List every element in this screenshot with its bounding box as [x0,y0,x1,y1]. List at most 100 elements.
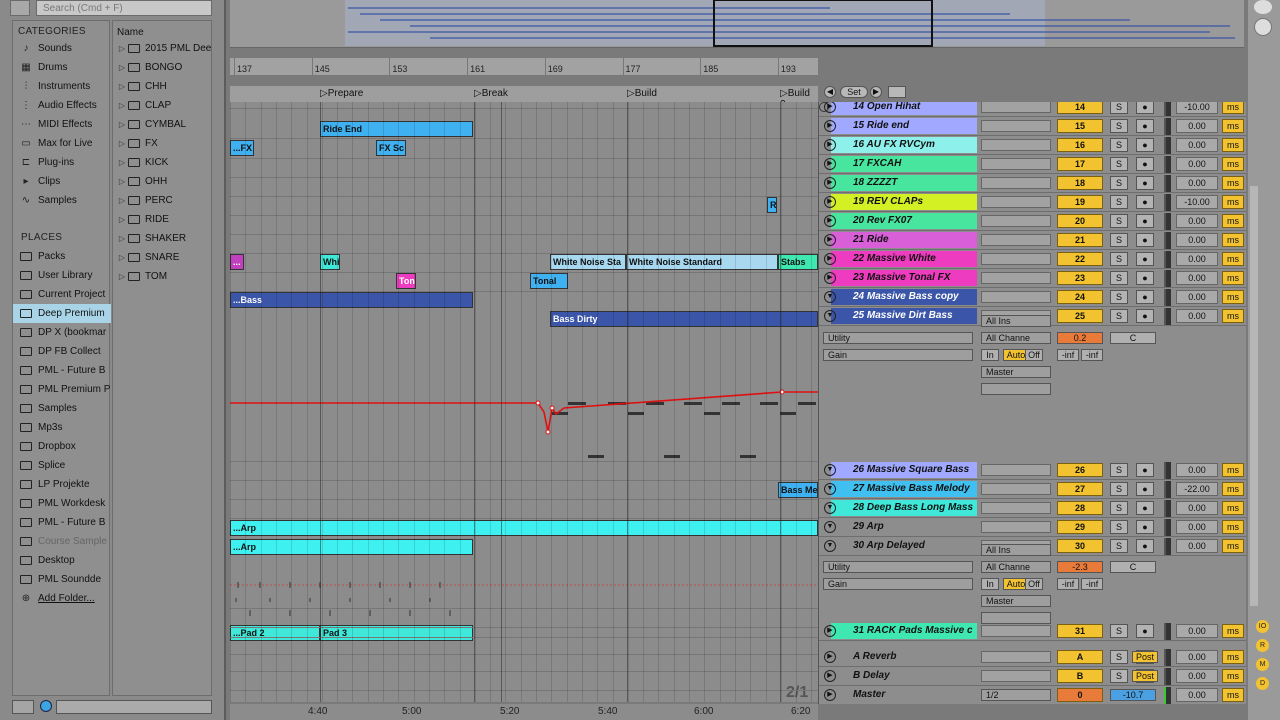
input-routing[interactable] [981,253,1051,265]
track-activator-button[interactable]: 21 [1057,233,1103,247]
input-routing[interactable] [981,102,1051,113]
prev-locator-button[interactable]: ◀ [824,86,836,98]
solo-button[interactable]: S [1110,176,1128,190]
record-arm-button[interactable]: ● [1136,271,1154,285]
play-arrow-icon[interactable]: ▶ [824,139,836,151]
play-arrow-icon[interactable]: ▶ [824,177,836,189]
solo-button[interactable]: S [1110,252,1128,266]
monitor-off-button[interactable]: Off [1025,349,1043,361]
track-header[interactable]: 19 REV CLAPs ▶ 19 S ● -10.00 ms [819,193,1246,212]
browser-folder-item[interactable]: ▷ OHH [113,172,211,191]
delay-unit-button[interactable]: ms [1222,309,1244,323]
delay-unit-button[interactable]: ms [1222,669,1244,683]
expand-arrow-icon[interactable]: ▷ [116,215,128,224]
monitor-in-button[interactable]: In [981,578,999,590]
record-arm-button[interactable]: ● [1136,539,1154,553]
track-name[interactable]: 21 Ride [831,232,977,248]
track-delay-field[interactable]: 0.00 [1176,138,1218,152]
fold-arrow-icon[interactable]: ▼ [824,521,836,533]
place-item[interactable]: Desktop [13,551,111,570]
play-arrow-icon[interactable]: ▶ [824,651,836,663]
track-delay-field[interactable]: 0.00 [1176,539,1218,553]
record-arm-button[interactable]: ● [1136,501,1154,515]
record-arm-button[interactable]: ● [1136,624,1154,638]
expand-arrow-icon[interactable]: ▷ [116,63,128,72]
delay-unit-button[interactable]: ms [1222,271,1244,285]
category-instruments[interactable]: ⫶ Instruments [13,77,111,96]
expand-arrow-icon[interactable]: ▷ [116,120,128,129]
record-arm-button[interactable]: ● [1136,102,1154,114]
delay-unit-button[interactable]: ms [1222,176,1244,190]
expand-arrow-icon[interactable]: ▷ [116,139,128,148]
solo-button[interactable]: S [1110,157,1128,171]
master-gain[interactable]: -10.7 [1110,689,1156,701]
input-routing[interactable] [981,158,1051,170]
vertical-scrollbar[interactable] [1248,0,1280,720]
record-arm-button[interactable]: ● [1136,195,1154,209]
master-delay-unit[interactable]: ms [1222,688,1244,702]
play-arrow-icon[interactable]: ▶ [824,196,836,208]
place-item[interactable]: PML - Future B [13,361,111,380]
solo-button[interactable]: S [1110,195,1128,209]
place-item[interactable]: Deep Premium [13,304,111,323]
play-arrow-icon[interactable]: ▶ [824,625,836,637]
track-activator-button[interactable]: 31 [1057,624,1103,638]
delay-unit-button[interactable]: ms [1222,233,1244,247]
next-locator-button[interactable]: ▶ [870,86,882,98]
track-name[interactable]: A Reverb [831,649,977,665]
expand-arrow-icon[interactable]: ▷ [116,196,128,205]
track-delay-field[interactable]: 0.00 [1176,669,1218,683]
search-input[interactable]: Search (Cmd + F) [36,0,212,16]
master-track[interactable]: Master ▶ 1/2 0 -10.7 0.00 ms [819,686,1246,704]
delay-unit-button[interactable]: ms [1222,539,1244,553]
track-header[interactable]: 20 Rev FX07 ▶ 20 S ● 0.00 ms [819,212,1246,231]
pan-value[interactable]: 0.2 [1057,332,1103,344]
input-routing[interactable] [981,234,1051,246]
place-item[interactable]: Splice [13,456,111,475]
track-activator-button[interactable]: 22 [1057,252,1103,266]
delay-unit-button[interactable]: ms [1222,290,1244,304]
locator-1[interactable]: ▷Break [474,88,508,99]
expand-arrow-icon[interactable]: ▷ [116,234,128,243]
delay-unit-button[interactable]: ms [1222,157,1244,171]
fold-arrow-icon[interactable]: ▼ [824,540,836,552]
track-activator-button[interactable]: 20 [1057,214,1103,228]
track-activator-button[interactable]: 28 [1057,501,1103,515]
track-delay-field[interactable]: 0.00 [1176,271,1218,285]
solo-button[interactable]: S [1110,669,1128,683]
place-item[interactable]: User Library [13,266,111,285]
track-delay-field[interactable]: 0.00 [1176,309,1218,323]
track-delay-field[interactable]: 0.00 [1176,463,1218,477]
track-name[interactable]: 18 ZZZZT [831,175,977,191]
track-header[interactable]: 28 Deep Bass Long Mass ▼ 28 S ● 0.00 ms [819,499,1246,518]
category-plug-ins[interactable]: ⊏ Plug-ins [13,153,111,172]
expand-arrow-icon[interactable]: ▷ [116,82,128,91]
place-item[interactable]: PML Workdesk [13,494,111,513]
place-item[interactable]: Current Project [13,285,111,304]
scroll-up-icon[interactable] [1254,0,1272,14]
send-value[interactable]: -inf [1057,578,1079,590]
solo-button[interactable]: S [1110,271,1128,285]
track-name[interactable]: 22 Massive White [831,251,977,267]
record-arm-button[interactable]: ● [1136,176,1154,190]
send-value[interactable]: -inf [1081,578,1103,590]
expand-arrow-icon[interactable]: ▷ [116,44,128,53]
browser-folder-item[interactable]: ▷ SNARE [113,248,211,267]
input-routing[interactable] [981,651,1051,663]
track-name[interactable]: 16 AU FX RVCym [831,137,977,153]
play-arrow-icon[interactable]: ▶ [824,253,836,265]
track-activator-button[interactable]: 18 [1057,176,1103,190]
category-audio-effects[interactable]: ⋮ Audio Effects [13,96,111,115]
track-delay-field[interactable]: 0.00 [1176,252,1218,266]
track-name[interactable]: B Delay [831,668,977,684]
track-header[interactable]: 21 Ride ▶ 21 S ● 0.00 ms [819,231,1246,250]
track-header[interactable]: 27 Massive Bass Melody ▼ 27 S ● -22.00 ms [819,480,1246,499]
pan-value[interactable]: -2.3 [1057,561,1103,573]
track-activator-button[interactable]: 30 [1057,539,1103,553]
track-activator-button[interactable]: 25 [1057,309,1103,323]
solo-button[interactable]: S [1110,233,1128,247]
record-arm-button[interactable]: ● [1136,520,1154,534]
post-button[interactable]: Post [1132,651,1158,663]
delay-unit-button[interactable]: ms [1222,650,1244,664]
input-routing[interactable] [981,625,1051,637]
